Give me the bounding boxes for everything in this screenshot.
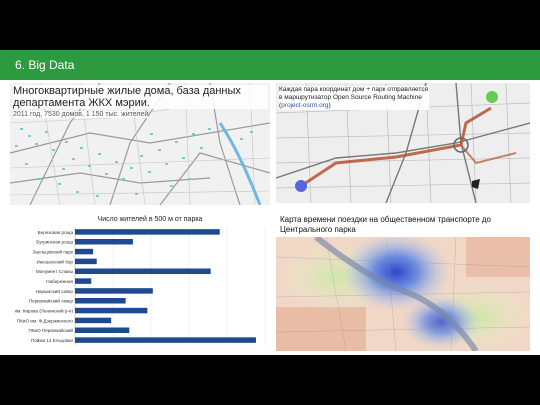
chart-category-label: им. Кирова (Ленинский р-н): [15, 308, 73, 314]
chart-category-label: Заельцовский парк: [32, 249, 74, 255]
travel-heatmap-panel: [276, 237, 530, 351]
residents-bar-chart: Число жителей в 500 м от парка Березовая…: [15, 215, 266, 345]
travel-caption: Карта времени поездки на общественном тр…: [280, 215, 491, 234]
chart-bar: [75, 288, 153, 294]
chart-category-label: Бугринская роща: [36, 240, 73, 245]
chart-bar: [75, 238, 133, 245]
chart-title: Число жителей в 500 м от парка: [98, 215, 203, 223]
chart-category-label: Березовая роща: [38, 230, 74, 235]
chart-bar: [75, 317, 112, 324]
routing-text-end: ): [328, 102, 331, 109]
residents-chart: Число жителей в 500 м от парка Березовая…: [15, 210, 270, 350]
home-marker: [295, 180, 307, 192]
chart-bar: [75, 229, 220, 235]
chart-bar: [75, 337, 256, 343]
routing-description: Каждая пара координат дом + парк отправл…: [279, 86, 429, 110]
page-title: 6. Big Data: [15, 58, 75, 72]
chart-category-label: Инюшенский бор: [36, 258, 73, 264]
chart-bar: [75, 278, 92, 284]
housing-subtitle: 2011 год, 7530 домов, 1 150 тыс. жителей: [13, 111, 149, 118]
chart-category-label: Первомайский сквер: [29, 298, 74, 304]
park-marker: [486, 91, 498, 103]
chart-category-label: Нарымский сквер: [36, 288, 74, 294]
housing-map-panel: Многоквартирные жилые дома, база данных …: [10, 83, 270, 205]
chart-bar: [75, 327, 130, 334]
chart-category-label: Набережная: [46, 279, 73, 284]
osrm-link[interactable]: project-osrm.org: [281, 102, 328, 109]
chart-category-label: ПКиО им. Ф.Дзержинского: [17, 318, 74, 323]
routing-map-panel: Каждая пара координат дом + парк отправл…: [276, 83, 530, 203]
chart-category-label: Монумент Славы: [36, 269, 73, 274]
chart-category-label: Пойма 14 Ельцовки: [31, 337, 74, 343]
chart-bar: [75, 307, 148, 314]
chart-bar: [75, 248, 94, 255]
travel-heatmap: [276, 237, 530, 351]
slide: 6. Big Data Многоквартирные жилые дома, …: [0, 50, 540, 355]
title-bar: 6. Big Data: [0, 50, 540, 80]
housing-title: Многоквартирные жилые дома, база данных …: [13, 85, 268, 109]
chart-category-label: ПКиО Первомайский: [29, 327, 74, 333]
chart-bar: [75, 297, 126, 304]
chart-bar: [75, 268, 211, 275]
chart-bar: [75, 258, 97, 265]
